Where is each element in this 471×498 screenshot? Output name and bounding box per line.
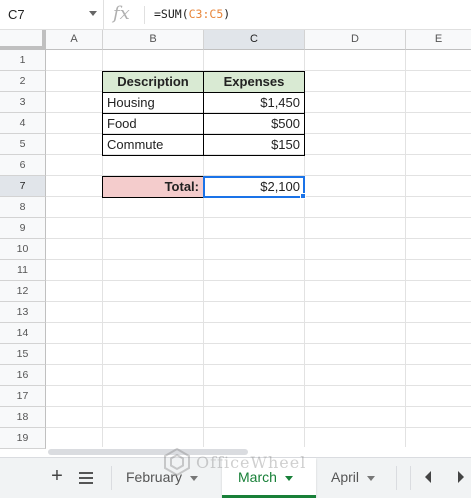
tab-caret-icon[interactable] (190, 475, 199, 481)
cell-b7[interactable]: Total: (102, 176, 204, 198)
scroll-left-icon[interactable] (425, 471, 431, 483)
row-header-16[interactable]: 16 (0, 365, 46, 386)
formula-input[interactable]: =SUM(C3:C5) (154, 7, 230, 21)
all-sheets-menu-icon[interactable] (79, 472, 93, 484)
row-header-14[interactable]: 14 (0, 323, 46, 344)
tab-label: March (238, 469, 277, 485)
cell-c2[interactable]: Expenses (203, 71, 305, 93)
row-header-15[interactable]: 15 (0, 344, 46, 365)
tab-divider (410, 466, 411, 490)
select-all-corner[interactable] (0, 30, 46, 50)
fill-handle[interactable] (300, 193, 306, 199)
formula-divider (144, 6, 145, 24)
chevron-down-icon[interactable] (89, 11, 97, 16)
column-header-a[interactable]: A (46, 30, 103, 50)
formula-prefix: =SUM( (154, 7, 189, 21)
row-header-1[interactable]: 1 (0, 50, 46, 71)
cell-b3[interactable]: Housing (102, 92, 204, 114)
tab-april[interactable]: April (331, 458, 376, 498)
cell-b2[interactable]: Description (102, 71, 204, 93)
sheet-tab-bar: + February March April (0, 457, 471, 498)
row-header-19[interactable]: 19 (0, 428, 46, 449)
grid-line (405, 50, 406, 447)
row-header-9[interactable]: 9 (0, 218, 46, 239)
row-header-11[interactable]: 11 (0, 260, 46, 281)
row-header-13[interactable]: 13 (0, 302, 46, 323)
row-header-17[interactable]: 17 (0, 386, 46, 407)
column-header-d[interactable]: D (305, 30, 406, 50)
row-header-18[interactable]: 18 (0, 407, 46, 428)
row-header-4[interactable]: 4 (0, 113, 46, 134)
row-header-7[interactable]: 7 (0, 176, 46, 197)
row-header-8[interactable]: 8 (0, 197, 46, 218)
tab-caret-icon[interactable] (284, 475, 293, 481)
cell-grid[interactable]: Description Expenses Housing $1,450 Food… (46, 50, 471, 447)
column-header-c[interactable]: C (204, 30, 305, 50)
formula-bar: C7 fx =SUM(C3:C5) (0, 0, 471, 30)
cell-b4[interactable]: Food (102, 113, 204, 135)
tab-february[interactable]: February (126, 458, 199, 498)
scrollbar-thumb[interactable] (48, 449, 248, 455)
name-box-value: C7 (8, 7, 25, 22)
tab-march[interactable]: March (222, 458, 316, 498)
cell-b5[interactable]: Commute (102, 134, 204, 156)
tab-divider (396, 466, 397, 490)
tab-label: April (331, 469, 360, 485)
column-header-e[interactable]: E (406, 30, 471, 50)
formula-suffix: ) (223, 7, 231, 21)
add-sheet-icon[interactable]: + (46, 466, 68, 488)
cell-c5[interactable]: $150 (203, 134, 305, 156)
row-header-12[interactable]: 12 (0, 281, 46, 302)
fx-icon: fx (113, 3, 130, 24)
column-header-b[interactable]: B (103, 30, 204, 50)
scroll-right-icon[interactable] (458, 471, 464, 483)
row-header-5[interactable]: 5 (0, 134, 46, 155)
name-box[interactable]: C7 (0, 0, 104, 29)
formula-range: C3:C5 (188, 7, 224, 21)
cell-c3[interactable]: $1,450 (203, 92, 305, 114)
tab-divider (111, 466, 112, 490)
horizontal-scrollbar[interactable] (46, 447, 471, 457)
active-cell-selection (203, 176, 305, 198)
row-header-2[interactable]: 2 (0, 71, 46, 92)
tab-label: February (126, 469, 183, 485)
cell-c4[interactable]: $500 (203, 113, 305, 135)
row-header-10[interactable]: 10 (0, 239, 46, 260)
row-header-3[interactable]: 3 (0, 92, 46, 113)
row-header-6[interactable]: 6 (0, 155, 46, 176)
tab-caret-icon[interactable] (367, 475, 376, 481)
